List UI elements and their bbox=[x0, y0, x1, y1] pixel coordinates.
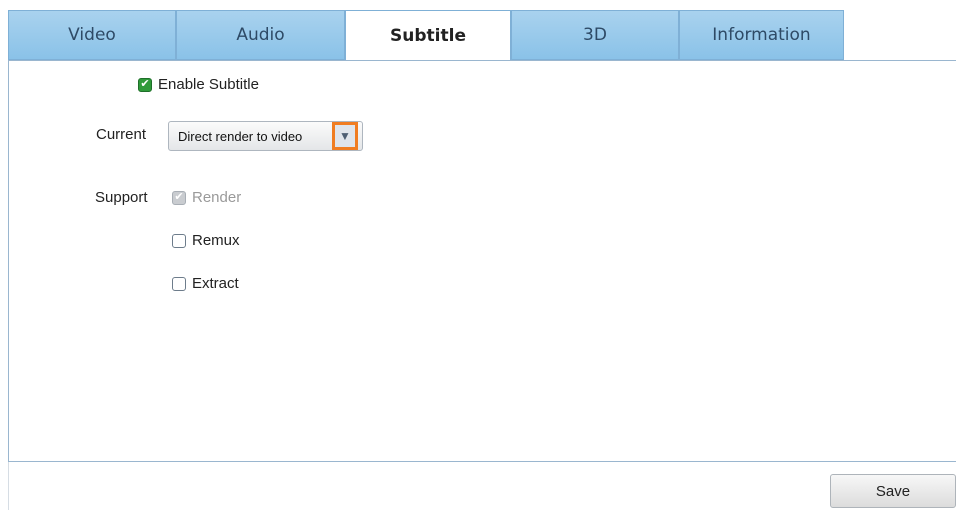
remux-label: Remux bbox=[192, 232, 240, 249]
tab-information[interactable]: Information bbox=[679, 10, 844, 60]
support-extract-row[interactable]: Extract bbox=[172, 275, 239, 292]
enable-subtitle-row[interactable]: ✔ Enable Subtitle bbox=[138, 76, 259, 93]
support-row: Support bbox=[95, 189, 148, 206]
enable-subtitle-label: Enable Subtitle bbox=[158, 76, 259, 93]
remux-checkbox[interactable] bbox=[172, 233, 186, 248]
support-remux-row[interactable]: Remux bbox=[172, 232, 240, 249]
extract-label: Extract bbox=[192, 275, 239, 292]
chevron-down-icon[interactable]: ▼ bbox=[332, 122, 358, 150]
tab-subtitle[interactable]: Subtitle bbox=[345, 10, 511, 61]
tab-video[interactable]: Video bbox=[8, 10, 176, 60]
current-row: Current bbox=[96, 126, 146, 143]
current-subtitle-select[interactable]: Direct render to video ▼ bbox=[168, 121, 363, 151]
current-subtitle-value: Direct render to video bbox=[178, 128, 303, 144]
tab-3d[interactable]: 3D bbox=[511, 10, 679, 60]
enable-subtitle-checkbox[interactable]: ✔ bbox=[138, 77, 152, 92]
tab-bar: Video Audio Subtitle 3D Information bbox=[8, 10, 844, 61]
save-button[interactable]: Save bbox=[830, 474, 956, 508]
extract-checkbox[interactable] bbox=[172, 276, 186, 291]
support-render-row: ✔ Render bbox=[172, 189, 241, 206]
support-label: Support bbox=[95, 189, 148, 206]
divider bbox=[8, 462, 9, 510]
subtitle-panel bbox=[8, 60, 956, 462]
render-label: Render bbox=[192, 189, 242, 206]
tab-audio[interactable]: Audio bbox=[176, 10, 345, 60]
current-label: Current bbox=[96, 126, 147, 143]
render-checkbox: ✔ bbox=[172, 190, 186, 205]
